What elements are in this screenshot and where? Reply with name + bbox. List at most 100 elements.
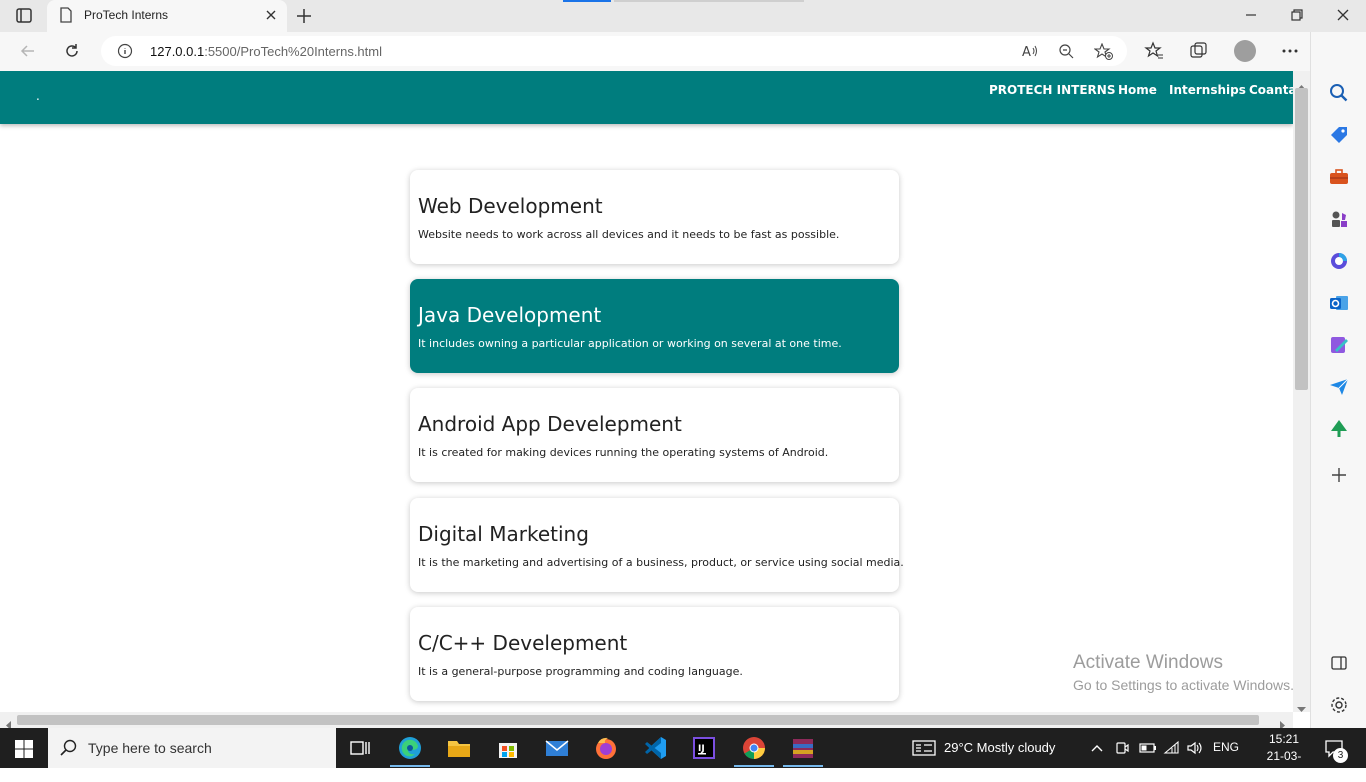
- card-description: It is created for making devices running…: [418, 446, 829, 459]
- watermark-subtitle: Go to Settings to activate Windows.: [1073, 677, 1294, 693]
- wifi-icon[interactable]: [1163, 740, 1181, 760]
- scroll-down-icon[interactable]: [1297, 698, 1306, 717]
- card-title: C/C++ Develepment: [418, 631, 628, 655]
- favorites-icon[interactable]: [1144, 41, 1164, 65]
- svg-text:IJ: IJ: [698, 744, 705, 754]
- vscode-icon[interactable]: [641, 734, 669, 762]
- meet-now-icon[interactable]: [1114, 740, 1130, 760]
- tab-title: ProTech Interns: [84, 8, 169, 22]
- windows-start-icon[interactable]: [14, 739, 34, 763]
- address-toolbar: 127.0.0.1:5500/ProTech%20Interns.html A …: [0, 32, 1366, 71]
- battery-icon[interactable]: [1139, 740, 1157, 760]
- sidebar-toggle-icon[interactable]: [1328, 652, 1350, 674]
- course-card-digital-marketing[interactable]: Digital Marketing It is the marketing an…: [410, 498, 904, 592]
- card-description: It is the marketing and advertising of a…: [418, 556, 904, 569]
- tree-icon[interactable]: [1328, 418, 1350, 440]
- more-options-icon[interactable]: [1280, 41, 1300, 65]
- url-host: 127.0.0.1: [150, 44, 205, 59]
- weather-icon[interactable]: [912, 739, 936, 761]
- search-icon: [60, 739, 78, 761]
- restore-icon[interactable]: [1288, 6, 1306, 28]
- tab-bar: ProTech Interns: [0, 0, 1366, 32]
- site-navbar: . PROTECH INTERNS Home Internships Coant…: [0, 71, 1293, 124]
- tab-bar-accent-secondary: [614, 0, 804, 2]
- microsoft-store-icon[interactable]: [494, 734, 522, 762]
- card-description: It includes owning a particular applicat…: [418, 337, 842, 350]
- language-indicator[interactable]: ENG: [1213, 740, 1239, 754]
- card-title: Web Development: [418, 194, 603, 218]
- watermark-title: Activate Windows: [1073, 652, 1223, 673]
- tools-briefcase-icon[interactable]: [1328, 166, 1350, 188]
- read-aloud-icon[interactable]: A: [1021, 43, 1039, 63]
- vertical-scroll-thumb[interactable]: [1295, 88, 1308, 390]
- active-app-indicator: [390, 765, 430, 767]
- nav-link-internships[interactable]: Internships: [1169, 83, 1246, 97]
- microsoft-365-icon[interactable]: [1328, 250, 1350, 272]
- search-placeholder: Type here to search: [88, 740, 212, 756]
- open-app-indicator: [734, 765, 774, 767]
- nav-link-home[interactable]: Home: [1118, 83, 1157, 97]
- course-card-cpp[interactable]: C/C++ Develepment It is a general-purpos…: [410, 607, 899, 701]
- clock-time: 15:21: [1268, 732, 1300, 746]
- open-app-indicator: [783, 765, 823, 767]
- weather-text[interactable]: 29°C Mostly cloudy: [944, 740, 1055, 755]
- add-favorite-icon[interactable]: [1093, 42, 1114, 65]
- task-view-icon[interactable]: [346, 734, 374, 762]
- close-window-icon[interactable]: [1334, 6, 1352, 28]
- url-bar[interactable]: 127.0.0.1:5500/ProTech%20Interns.html A: [101, 36, 1127, 66]
- winrar-icon[interactable]: [789, 734, 817, 762]
- nav-link-protech-interns[interactable]: PROTECH INTERNS: [989, 83, 1115, 97]
- course-card-web[interactable]: Web Development Website needs to work ac…: [410, 170, 899, 264]
- horizontal-scrollbar[interactable]: [0, 712, 1293, 730]
- edge-sidebar: [1310, 32, 1366, 728]
- collections-icon[interactable]: [1188, 41, 1208, 65]
- mail-icon[interactable]: [543, 734, 571, 762]
- nav-link-contact[interactable]: Coantac: [1249, 83, 1293, 97]
- close-tab-icon[interactable]: [263, 7, 279, 27]
- taskbar-search-box[interactable]: Type here to search: [48, 728, 336, 768]
- notification-count-badge: 3: [1333, 748, 1348, 763]
- page-icon: [59, 7, 73, 27]
- zoom-out-icon[interactable]: [1058, 43, 1074, 63]
- games-chess-icon[interactable]: [1328, 208, 1350, 230]
- tab-actions-icon[interactable]: [12, 6, 36, 26]
- info-icon[interactable]: [117, 43, 133, 63]
- card-title: Digital Marketing: [418, 522, 589, 546]
- jetbrains-icon[interactable]: IJ: [690, 734, 718, 762]
- add-icon[interactable]: [1328, 464, 1350, 486]
- svg-text:A: A: [1022, 45, 1031, 59]
- windows-taskbar: Type here to search IJ 29°C Mostly cloud…: [0, 728, 1366, 780]
- settings-gear-icon[interactable]: [1328, 694, 1350, 716]
- back-icon[interactable]: [18, 41, 38, 65]
- volume-icon[interactable]: [1186, 740, 1204, 760]
- chevron-up-icon[interactable]: [1090, 740, 1104, 759]
- card-description: It is a general-purpose programming and …: [418, 665, 743, 678]
- navbar-logo-dot: .: [36, 89, 40, 103]
- new-tab-icon[interactable]: [294, 6, 314, 30]
- shopping-tag-icon[interactable]: [1328, 124, 1350, 146]
- outlook-icon[interactable]: [1328, 292, 1350, 314]
- card-title: Android App Develepment: [418, 412, 682, 436]
- horizontal-scroll-thumb[interactable]: [17, 715, 1259, 725]
- minimize-icon[interactable]: [1242, 6, 1260, 28]
- firefox-icon[interactable]: [592, 734, 620, 762]
- card-title: Java Development: [418, 303, 602, 327]
- send-icon[interactable]: [1328, 376, 1350, 398]
- course-card-java[interactable]: Java Development It includes owning a pa…: [410, 279, 899, 373]
- clock-date: 21-03-2023: [1266, 749, 1302, 780]
- web-page: . PROTECH INTERNS Home Internships Coant…: [0, 71, 1293, 712]
- search-icon[interactable]: [1328, 82, 1350, 104]
- url-text[interactable]: 127.0.0.1:5500/ProTech%20Interns.html: [150, 44, 382, 59]
- chrome-icon[interactable]: [740, 734, 768, 762]
- card-description: Website needs to work across all devices…: [418, 228, 840, 241]
- clock[interactable]: 15:21 21-03-2023: [1255, 731, 1313, 782]
- tab-bar-accent: [563, 0, 611, 2]
- profile-avatar[interactable]: [1234, 40, 1256, 62]
- course-card-android[interactable]: Android App Develepment It is created fo…: [410, 388, 899, 482]
- vertical-scrollbar[interactable]: [1293, 71, 1310, 712]
- designer-icon[interactable]: [1328, 334, 1350, 356]
- tab-protech-interns[interactable]: ProTech Interns: [47, 0, 287, 32]
- refresh-icon[interactable]: [62, 41, 82, 65]
- file-explorer-icon[interactable]: [445, 734, 473, 762]
- edge-browser-icon[interactable]: [396, 734, 424, 762]
